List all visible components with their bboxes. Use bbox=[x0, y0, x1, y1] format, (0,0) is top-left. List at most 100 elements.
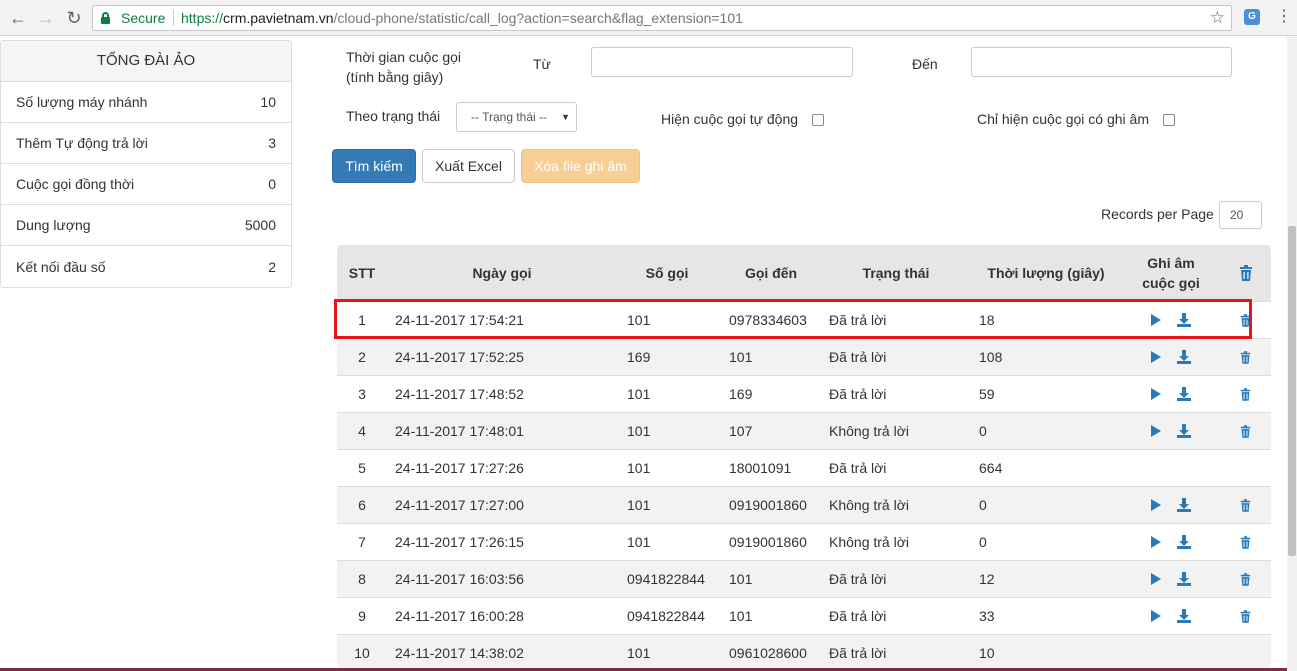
search-button[interactable]: Tìm kiếm bbox=[332, 149, 416, 183]
cell-status: Đã trả lời bbox=[829, 386, 887, 402]
table-row: 3 24-11-2017 17:48:52 101 169 Đã trả lời 59 bbox=[337, 375, 1271, 412]
play-icon[interactable] bbox=[1150, 561, 1162, 597]
cell-status: Đã trả lời bbox=[829, 571, 887, 587]
trash-icon[interactable] bbox=[1240, 561, 1251, 597]
page-scrollbar[interactable] bbox=[1287, 36, 1297, 671]
virtual-pbx-panel: TỔNG ĐÀI ẢO Số lượng máy nhánh 10 Thêm Tự … bbox=[0, 40, 292, 288]
cell-duration: 10 bbox=[979, 645, 995, 661]
cell-status: Không trả lời bbox=[829, 423, 910, 439]
table-row: 10 24-11-2017 14:38:02 101 0961028600 Đã trả… bbox=[337, 634, 1271, 671]
trash-icon[interactable] bbox=[1240, 487, 1251, 523]
play-icon[interactable] bbox=[1150, 598, 1162, 634]
play-icon[interactable] bbox=[1150, 487, 1162, 523]
download-icon[interactable] bbox=[1177, 561, 1191, 597]
cell-callee: 107 bbox=[729, 423, 753, 439]
download-icon[interactable] bbox=[1177, 598, 1191, 634]
play-icon[interactable] bbox=[1150, 376, 1162, 412]
stat-value: 5000 bbox=[244, 217, 276, 233]
address-bar[interactable]: Secure https://crm.pavietnam.vn/cloud-ph… bbox=[92, 5, 1232, 31]
duration-from-input[interactable] bbox=[591, 47, 853, 77]
cell-stt: 10 bbox=[354, 645, 370, 661]
play-icon[interactable] bbox=[1150, 302, 1162, 338]
trash-icon[interactable] bbox=[1240, 598, 1251, 634]
trash-icon[interactable] bbox=[1240, 524, 1251, 560]
trash-icon[interactable] bbox=[1240, 376, 1251, 412]
trash-icon[interactable] bbox=[1240, 413, 1251, 449]
bookmark-star-icon[interactable]: ☆ bbox=[1210, 8, 1225, 28]
table-body: 1 24-11-2017 17:54:21 101 0978334603 Đã trả … bbox=[337, 301, 1271, 671]
stat-item: Kết nối đầu số 2 bbox=[1, 246, 291, 287]
delete-recordings-button[interactable]: Xóa file ghi âm bbox=[521, 149, 640, 183]
extension-icon[interactable]: G bbox=[1244, 9, 1260, 25]
reload-icon[interactable]: ↻ bbox=[64, 8, 84, 28]
cell-callee: 101 bbox=[729, 608, 753, 624]
download-icon[interactable] bbox=[1177, 339, 1191, 375]
table-row: 6 24-11-2017 17:27:00 101 0919001860 Không t… bbox=[337, 486, 1271, 523]
download-icon[interactable] bbox=[1177, 413, 1191, 449]
cell-stt: 5 bbox=[358, 460, 366, 476]
recorded-only-checkbox[interactable] bbox=[1163, 114, 1175, 126]
cell-stt: 6 bbox=[358, 497, 366, 513]
cell-caller: 101 bbox=[627, 534, 651, 550]
cell-duration: 664 bbox=[979, 460, 1003, 476]
panel-title: TỔNG ĐÀI ẢO bbox=[1, 41, 291, 82]
cell-caller: 101 bbox=[627, 497, 651, 513]
duration-to-input[interactable] bbox=[971, 47, 1232, 77]
cell-stt: 3 bbox=[358, 386, 366, 402]
stat-value: 2 bbox=[268, 258, 276, 275]
from-label: Từ bbox=[533, 56, 551, 72]
status-select[interactable]: -- Trạng thái -- ▼ bbox=[456, 102, 577, 132]
auto-calls-checkbox[interactable] bbox=[812, 114, 824, 126]
back-icon[interactable]: ← bbox=[8, 8, 28, 28]
forward-icon[interactable]: → bbox=[36, 8, 56, 28]
col-caller: Số gọi bbox=[645, 265, 689, 281]
chevron-down-icon: ▼ bbox=[561, 112, 570, 122]
download-icon[interactable] bbox=[1177, 524, 1191, 560]
download-icon[interactable] bbox=[1177, 487, 1191, 523]
stat-value: 3 bbox=[268, 135, 276, 151]
table-row: 8 24-11-2017 16:03:56 0941822844 101 Đã trả … bbox=[337, 560, 1271, 597]
col-recording: Ghi âm cuộc gọi bbox=[1142, 255, 1200, 291]
cell-duration: 0 bbox=[979, 534, 987, 550]
cell-callee: 169 bbox=[729, 386, 753, 402]
table-row: 5 24-11-2017 17:27:26 101 18001091 Đã trả lờ… bbox=[337, 449, 1271, 486]
trash-icon[interactable] bbox=[1240, 302, 1251, 338]
records-per-page-input[interactable]: 20 bbox=[1219, 201, 1262, 229]
delete-all-trash-icon[interactable] bbox=[1233, 245, 1259, 301]
browser-menu-icon[interactable]: ⋮ bbox=[1276, 7, 1292, 27]
cell-caller: 0941822844 bbox=[627, 608, 705, 624]
cell-date: 24-11-2017 17:52:25 bbox=[395, 349, 524, 365]
cell-date: 24-11-2017 14:38:02 bbox=[395, 645, 524, 661]
scroll-thumb[interactable] bbox=[1288, 226, 1296, 556]
col-date: Ngày gọi bbox=[472, 265, 532, 281]
stat-item: Số lượng máy nhánh 10 bbox=[1, 82, 291, 123]
play-icon[interactable] bbox=[1150, 339, 1162, 375]
col-stt: STT bbox=[348, 265, 376, 281]
cell-callee: 0961028600 bbox=[729, 645, 807, 661]
cell-status: Đã trả lời bbox=[829, 312, 887, 328]
auto-calls-label: Hiện cuộc gọi tự động bbox=[661, 111, 799, 127]
stat-label: Thêm Tự động trả lời bbox=[16, 135, 148, 151]
lock-icon bbox=[101, 12, 110, 24]
cell-status: Không trả lời bbox=[829, 497, 910, 513]
cell-duration: 33 bbox=[979, 608, 995, 624]
play-icon[interactable] bbox=[1150, 413, 1162, 449]
recorded-only-label: Chỉ hiện cuộc gọi có ghi âm bbox=[977, 111, 1149, 127]
export-excel-button[interactable]: Xuất Excel bbox=[422, 149, 515, 183]
cell-caller: 101 bbox=[627, 645, 651, 661]
cell-date: 24-11-2017 17:26:15 bbox=[395, 534, 524, 550]
download-icon[interactable] bbox=[1177, 302, 1191, 338]
download-icon[interactable] bbox=[1177, 376, 1191, 412]
play-icon[interactable] bbox=[1150, 524, 1162, 560]
cell-status: Đã trả lời bbox=[829, 460, 887, 476]
stat-item: Thêm Tự động trả lời 3 bbox=[1, 123, 291, 164]
cell-callee: 0919001860 bbox=[729, 534, 807, 550]
cell-callee: 0919001860 bbox=[729, 497, 807, 513]
browser-toolbar: ← → ↻ Secure https://crm.pavietnam.vn/cl… bbox=[0, 0, 1297, 36]
cell-date: 24-11-2017 17:27:00 bbox=[395, 497, 524, 513]
table-header: STT Ngày gọi Số gọi Gọi đến Trạng thái T… bbox=[337, 245, 1271, 301]
url-text[interactable]: https://crm.pavietnam.vn/cloud-phone/sta… bbox=[181, 10, 743, 26]
stat-label: Dung lượng bbox=[16, 217, 91, 233]
trash-icon[interactable] bbox=[1240, 339, 1251, 375]
cell-stt: 9 bbox=[358, 608, 366, 624]
